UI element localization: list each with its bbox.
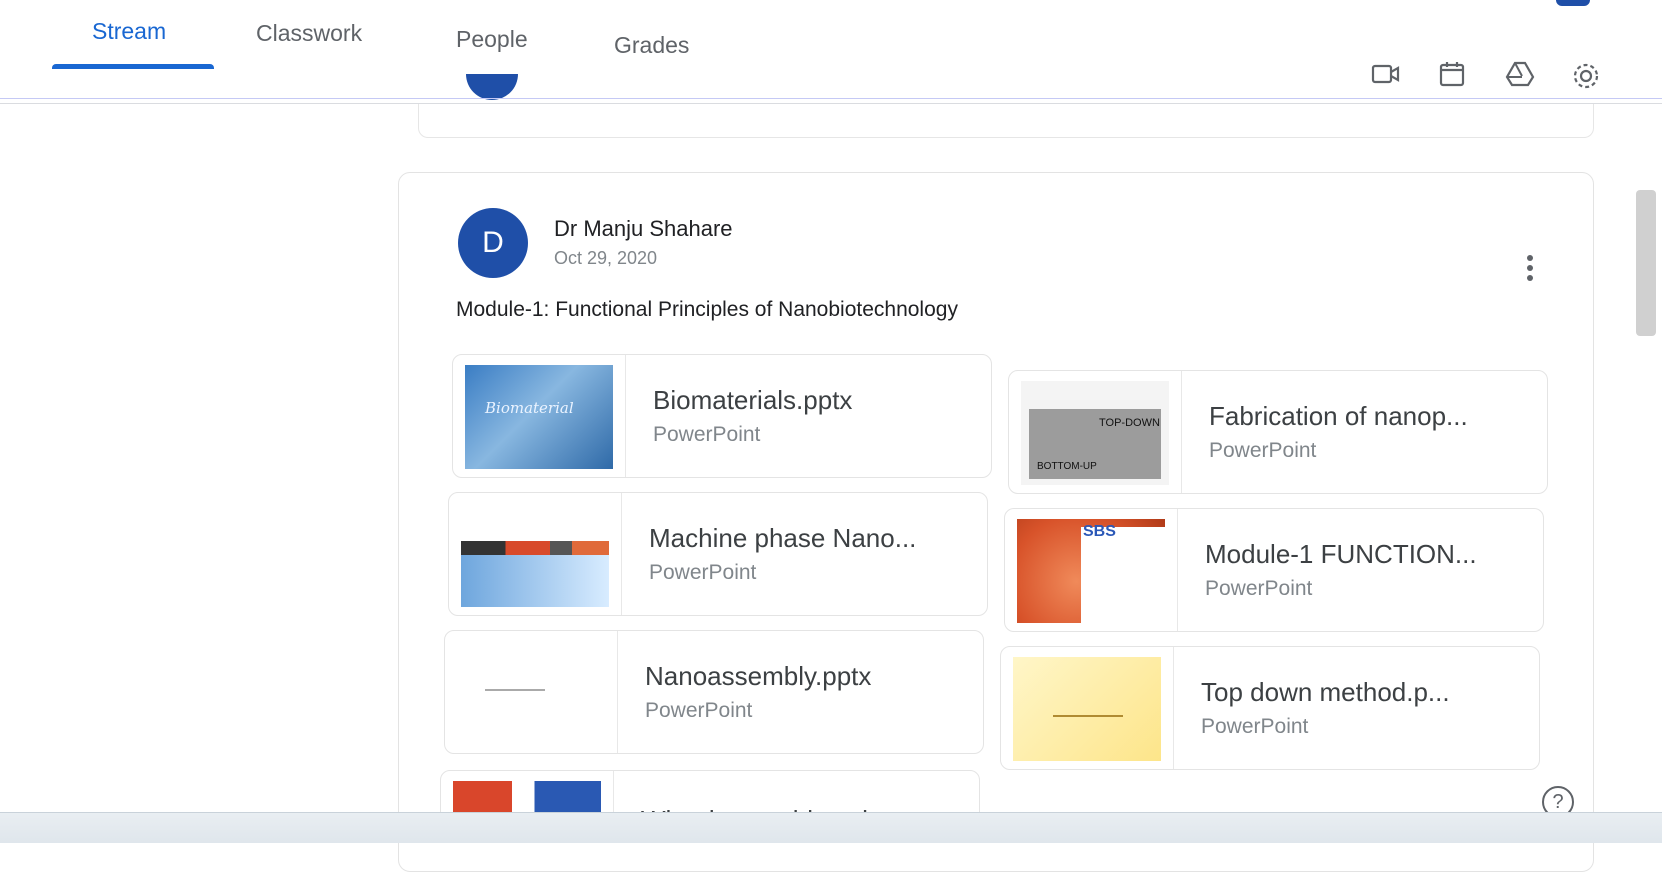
attachment-type: PowerPoint	[1205, 577, 1313, 600]
post-date: Oct 29, 2020	[554, 248, 658, 268]
attachment-thumbnail	[1013, 657, 1161, 761]
thumbnail-graphic	[461, 541, 609, 555]
attachment-title: Fabrication of nanop...	[1209, 401, 1468, 431]
divider	[1173, 647, 1174, 769]
post-text: Module-1: Functional Principles of Nanob…	[456, 298, 958, 321]
google-drive-icon[interactable]	[1502, 56, 1538, 92]
attachment-thumbnail: TOP-DOWN BOTTOM-UP	[1021, 381, 1169, 485]
previous-post-card	[418, 104, 1594, 138]
thumbnail-text: Biomaterial	[485, 399, 574, 417]
thumbnail-text: BOTTOM-UP	[1037, 461, 1097, 472]
divider	[617, 631, 618, 753]
tab-stream[interactable]: Stream	[92, 18, 166, 58]
os-taskbar	[0, 812, 1662, 843]
attachment-machine-phase[interactable]: Machine phase Nano... PowerPoint	[448, 492, 988, 616]
attachment-title: Nanoassembly.pptx	[645, 661, 872, 691]
video-camera-icon[interactable]	[1368, 56, 1404, 92]
thumbnail-text: SBS	[1083, 523, 1116, 540]
thumbnail-graphic	[485, 689, 545, 691]
attachment-type: PowerPoint	[649, 561, 757, 584]
divider	[1177, 509, 1178, 631]
attachment-title: Module-1 FUNCTION...	[1205, 539, 1477, 569]
tab-people[interactable]: People	[456, 26, 528, 66]
attachment-title: Machine phase Nano...	[649, 523, 917, 553]
divider	[1181, 371, 1182, 493]
attachment-module-1[interactable]: SBS Module-1 FUNCTION... PowerPoint	[1004, 508, 1544, 632]
attachment-thumbnail	[457, 641, 605, 745]
attachment-thumbnail: SBS	[1017, 519, 1165, 623]
account-avatar[interactable]	[1556, 0, 1590, 6]
attachment-type: PowerPoint	[1201, 715, 1309, 738]
scrollbar-thumb[interactable]	[1636, 190, 1656, 336]
thumbnail-graphic	[1081, 527, 1165, 623]
calendar-icon[interactable]	[1434, 56, 1470, 92]
attachment-biomaterials[interactable]: Biomaterial Biomaterials.pptx PowerPoint	[452, 354, 992, 478]
attachment-top-down-method[interactable]: Top down method.p... PowerPoint	[1000, 646, 1540, 770]
more-options-icon[interactable]	[1520, 252, 1540, 292]
attachment-type: PowerPoint	[645, 699, 753, 722]
active-tab-indicator	[52, 64, 214, 69]
attachment-title: Top down method.p...	[1201, 677, 1450, 707]
attachment-nanoassembly[interactable]: Nanoassembly.pptx PowerPoint	[444, 630, 984, 754]
previous-post-avatar	[466, 74, 518, 100]
attachment-title: Biomaterials.pptx	[653, 385, 853, 415]
thumbnail-diagram: TOP-DOWN BOTTOM-UP	[1029, 409, 1161, 479]
attachment-fabrication[interactable]: TOP-DOWN BOTTOM-UP Fabrication of nanop.…	[1008, 370, 1548, 494]
settings-gear-icon[interactable]	[1568, 58, 1604, 94]
tab-classwork[interactable]: Classwork	[256, 20, 362, 60]
divider	[621, 493, 622, 615]
thumbnail-text: TOP-DOWN	[1099, 417, 1160, 429]
attachment-thumbnail: Biomaterial	[465, 365, 613, 469]
attachment-type: PowerPoint	[653, 423, 761, 446]
attachment-thumbnail	[461, 503, 609, 607]
divider	[625, 355, 626, 477]
divider	[0, 98, 1662, 99]
top-app-bar: Stream Classwork People Grades	[0, 0, 1662, 104]
thumbnail-graphic	[1053, 715, 1123, 717]
attachment-type: PowerPoint	[1209, 439, 1317, 462]
tab-grades[interactable]: Grades	[614, 32, 689, 72]
author-name: Dr Manju Shahare	[554, 216, 733, 241]
author-avatar[interactable]: D	[458, 208, 528, 278]
